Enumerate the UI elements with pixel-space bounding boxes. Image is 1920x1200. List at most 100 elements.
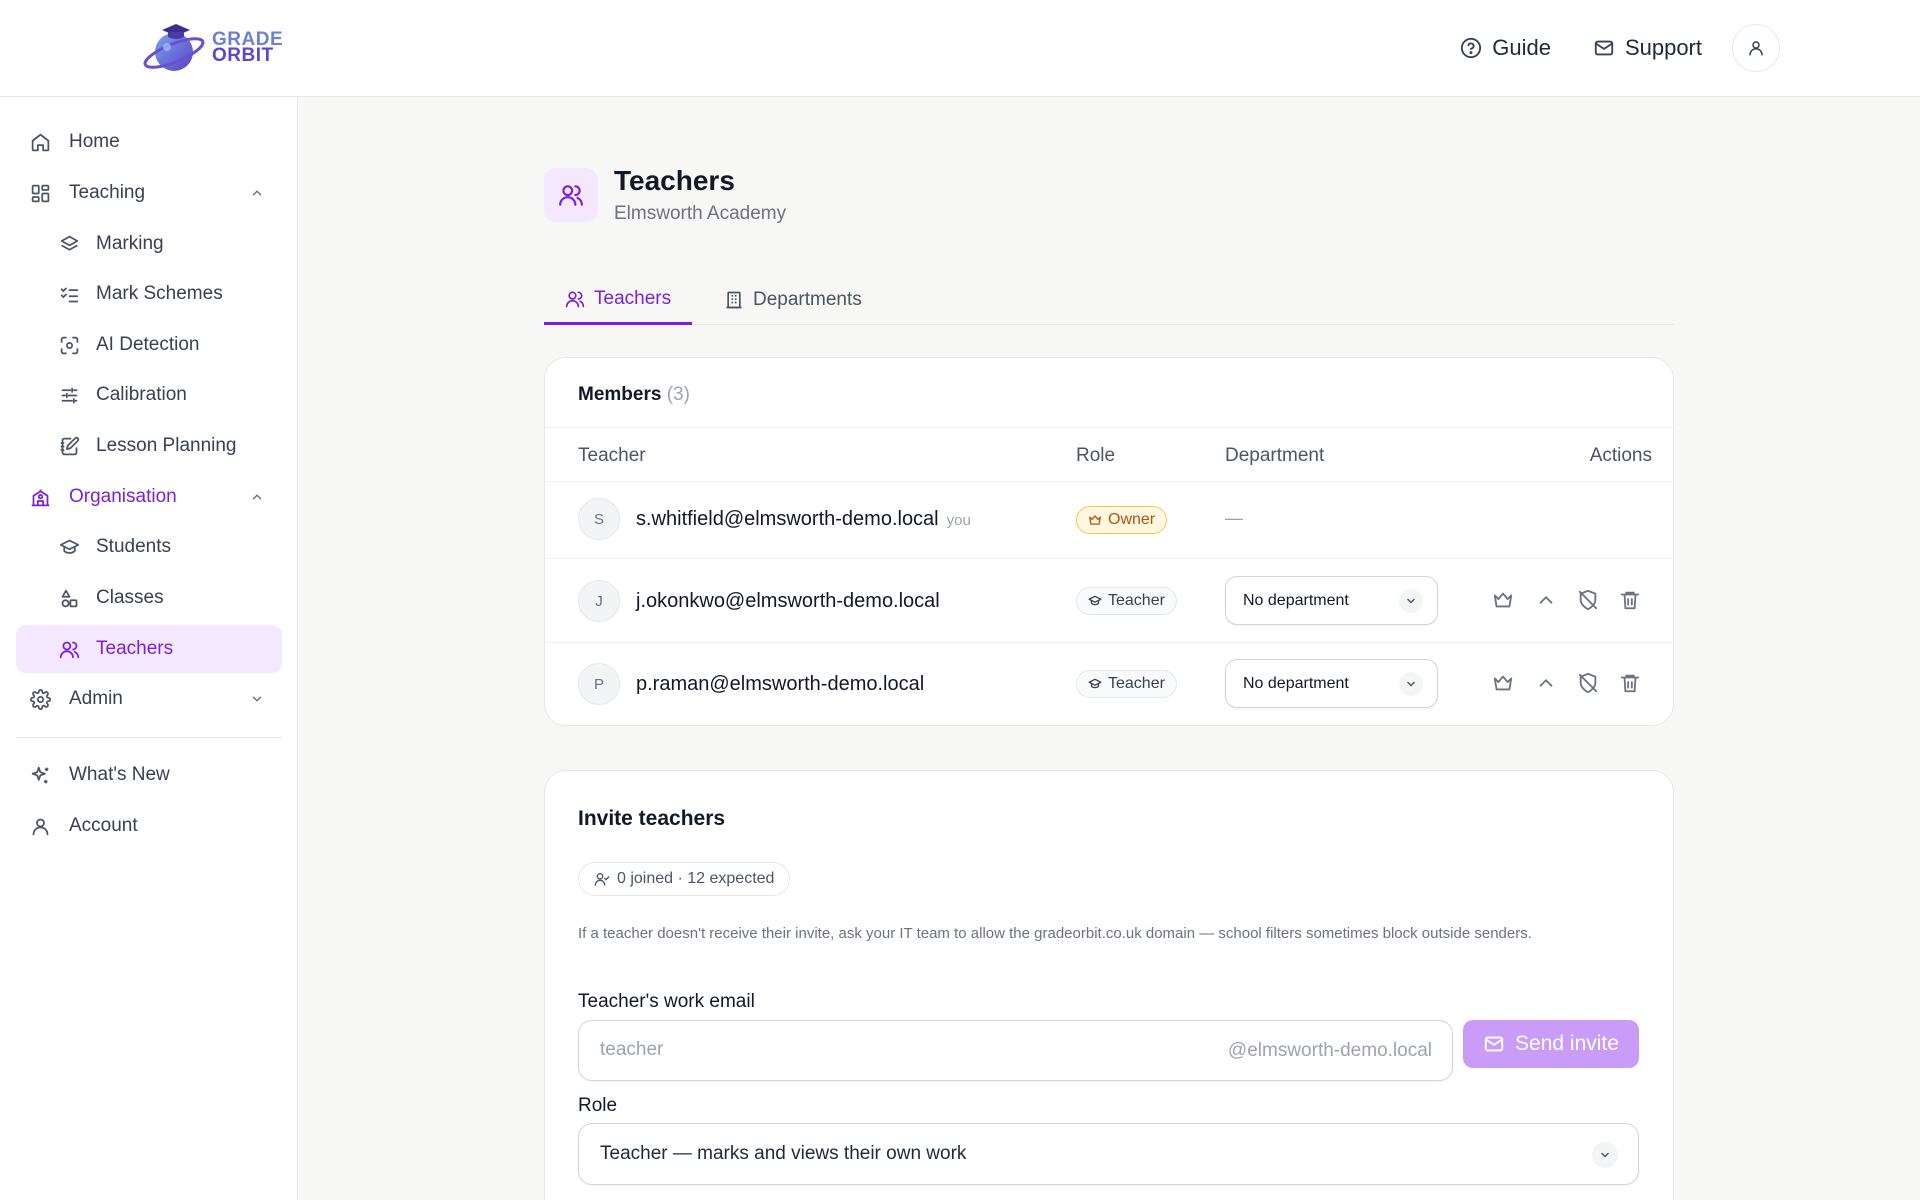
user-icon	[32, 818, 49, 836]
role-badge-label: Teacher	[1108, 675, 1165, 692]
column-header-teacher: Teacher	[578, 445, 646, 466]
user-check-icon	[594, 873, 610, 886]
teacher-email: j.okonkwo@elmsworth-demo.local	[636, 590, 940, 612]
teacher-email-text: s.whitfield@elmsworth-demo.local	[636, 508, 939, 530]
column-header-actions: Actions	[1589, 445, 1652, 466]
scan-icon	[60, 336, 79, 355]
sidebar-group-organisation[interactable]: Organisation	[16, 473, 282, 521]
teacher-email: s.whitfield@elmsworth-demo.local you	[636, 508, 971, 531]
role-badge-label: Teacher	[1108, 592, 1165, 609]
invite-card: Invite teachers 0 joined · 12 expected I…	[544, 770, 1674, 1200]
page-subtitle: Elmsworth Academy	[614, 203, 787, 224]
mail-icon	[1484, 1036, 1504, 1052]
chevron-up-icon	[252, 494, 262, 500]
invite-status-pill: 0 joined · 12 expected	[578, 862, 791, 896]
table-row: J j.okonkwo@elmsworth-demo.local Teacher…	[545, 559, 1673, 642]
sparkles-icon	[31, 766, 49, 784]
column-header-role: Role	[1076, 445, 1116, 466]
help-circle-icon	[1461, 37, 1482, 59]
revoke-shield-off-icon[interactable]	[1577, 589, 1599, 611]
sidebar-item-account[interactable]: Account	[16, 802, 282, 850]
sidebar-item-marking[interactable]: Marking	[16, 220, 282, 268]
sidebar-item-whats-new[interactable]: What's New	[16, 751, 282, 799]
sidebar-item-mark-schemes[interactable]: Mark Schemes	[16, 270, 282, 318]
delete-trash-icon[interactable]	[1619, 672, 1641, 694]
members-count: (3)	[666, 384, 690, 405]
header-actions: Guide Support	[1460, 24, 1780, 72]
make-owner-crown-icon[interactable]	[1492, 589, 1514, 611]
role-badge-owner: Owner	[1076, 506, 1168, 534]
sidebar-item-label: Home	[69, 131, 120, 152]
sidebar: Home Teaching Marking Mark Schemes AI De…	[0, 97, 298, 1200]
email-input[interactable]	[600, 1039, 1180, 1061]
chevron-down-icon	[1399, 589, 1423, 613]
users-icon	[565, 291, 585, 307]
revoke-shield-off-icon[interactable]	[1577, 672, 1599, 694]
gear-icon	[30, 689, 51, 710]
guide-link[interactable]: Guide	[1460, 35, 1551, 61]
sidebar-item-students[interactable]: Students	[16, 523, 282, 571]
sidebar-item-label: Students	[96, 536, 171, 557]
account-menu-button[interactable]	[1732, 24, 1780, 72]
delete-trash-icon[interactable]	[1619, 589, 1641, 611]
dashboard-icon	[31, 184, 50, 203]
support-link[interactable]: Support	[1593, 35, 1702, 61]
send-invite-label: Send invite	[1515, 1032, 1619, 1055]
department-select-value: No department	[1243, 591, 1349, 609]
email-field-label: Teacher's work email	[578, 991, 755, 1012]
promote-chevron-up-icon[interactable]	[1535, 672, 1557, 694]
chevron-down-icon	[252, 696, 262, 702]
chevron-down-icon	[1399, 672, 1423, 696]
tab-label: Teachers	[594, 287, 672, 309]
user-icon	[1749, 41, 1763, 56]
role-badge-teacher: Teacher	[1076, 670, 1177, 698]
chevron-down-icon	[1592, 1142, 1618, 1168]
make-owner-crown-icon[interactable]	[1492, 672, 1514, 694]
avatar: J	[578, 580, 620, 622]
tab-teachers[interactable]: Teachers	[544, 275, 693, 325]
sidebar-item-classes[interactable]: Classes	[16, 574, 282, 622]
page-title: Teachers	[614, 165, 735, 196]
users-icon	[59, 641, 80, 659]
graduation-cap-icon	[1088, 595, 1102, 606]
avatar: S	[578, 498, 620, 540]
department-select-value: No department	[1243, 674, 1349, 692]
promote-chevron-up-icon[interactable]	[1535, 589, 1557, 611]
sidebar-item-ai-detection[interactable]: AI Detection	[16, 321, 282, 369]
divider	[545, 427, 1673, 428]
graduation-cap-icon	[59, 539, 80, 554]
table-row: S s.whitfield@elmsworth-demo.local you Ow…	[545, 482, 1673, 559]
department-select[interactable]: No department	[1225, 659, 1438, 708]
department-select[interactable]: No department	[1225, 576, 1438, 625]
invite-title: Invite teachers	[578, 807, 726, 830]
sidebar-item-teachers[interactable]: Teachers	[16, 625, 282, 673]
email-domain-suffix: @elmsworth-demo.local	[1227, 1040, 1432, 1061]
building-icon	[726, 291, 742, 309]
sidebar-divider	[16, 737, 282, 738]
support-label: Support	[1624, 35, 1702, 60]
page-header: Teachers Elmsworth Academy	[544, 165, 786, 225]
tab-departments[interactable]: Departments	[703, 275, 883, 325]
role-badge-teacher: Teacher	[1076, 587, 1177, 615]
column-header-department: Department	[1225, 445, 1325, 466]
shapes-icon	[61, 589, 78, 608]
sidebar-item-calibration[interactable]: Calibration	[16, 371, 282, 419]
home-icon	[31, 133, 50, 152]
sidebar-item-lesson-planning[interactable]: Lesson Planning	[16, 422, 282, 470]
invite-help-text: If a teacher doesn't receive their invit…	[578, 925, 1532, 942]
logo-wordmark: GRADE ORBIT	[212, 30, 283, 65]
graduation-cap-icon	[1088, 678, 1102, 689]
members-card: Members (3) Teacher Role Department Acti…	[544, 357, 1674, 726]
app-logo[interactable]: GRADE ORBIT	[140, 20, 283, 76]
department-empty: —	[1225, 508, 1243, 528]
tab-bar: Teachers Departments	[544, 275, 1674, 325]
send-invite-button[interactable]: Send invite	[1463, 1020, 1639, 1068]
sidebar-group-admin[interactable]: Admin	[16, 675, 282, 723]
sidebar-item-label: Lesson Planning	[96, 435, 237, 456]
email-field[interactable]: @elmsworth-demo.local	[578, 1020, 1453, 1081]
role-select[interactable]: Teacher — marks and views their own work	[578, 1123, 1639, 1185]
table-row: P p.raman@elmsworth-demo.local Teacher N…	[545, 643, 1673, 726]
sidebar-item-home[interactable]: Home	[16, 118, 282, 166]
sidebar-item-label: Calibration	[96, 384, 187, 405]
sidebar-group-teaching[interactable]: Teaching	[16, 169, 282, 217]
